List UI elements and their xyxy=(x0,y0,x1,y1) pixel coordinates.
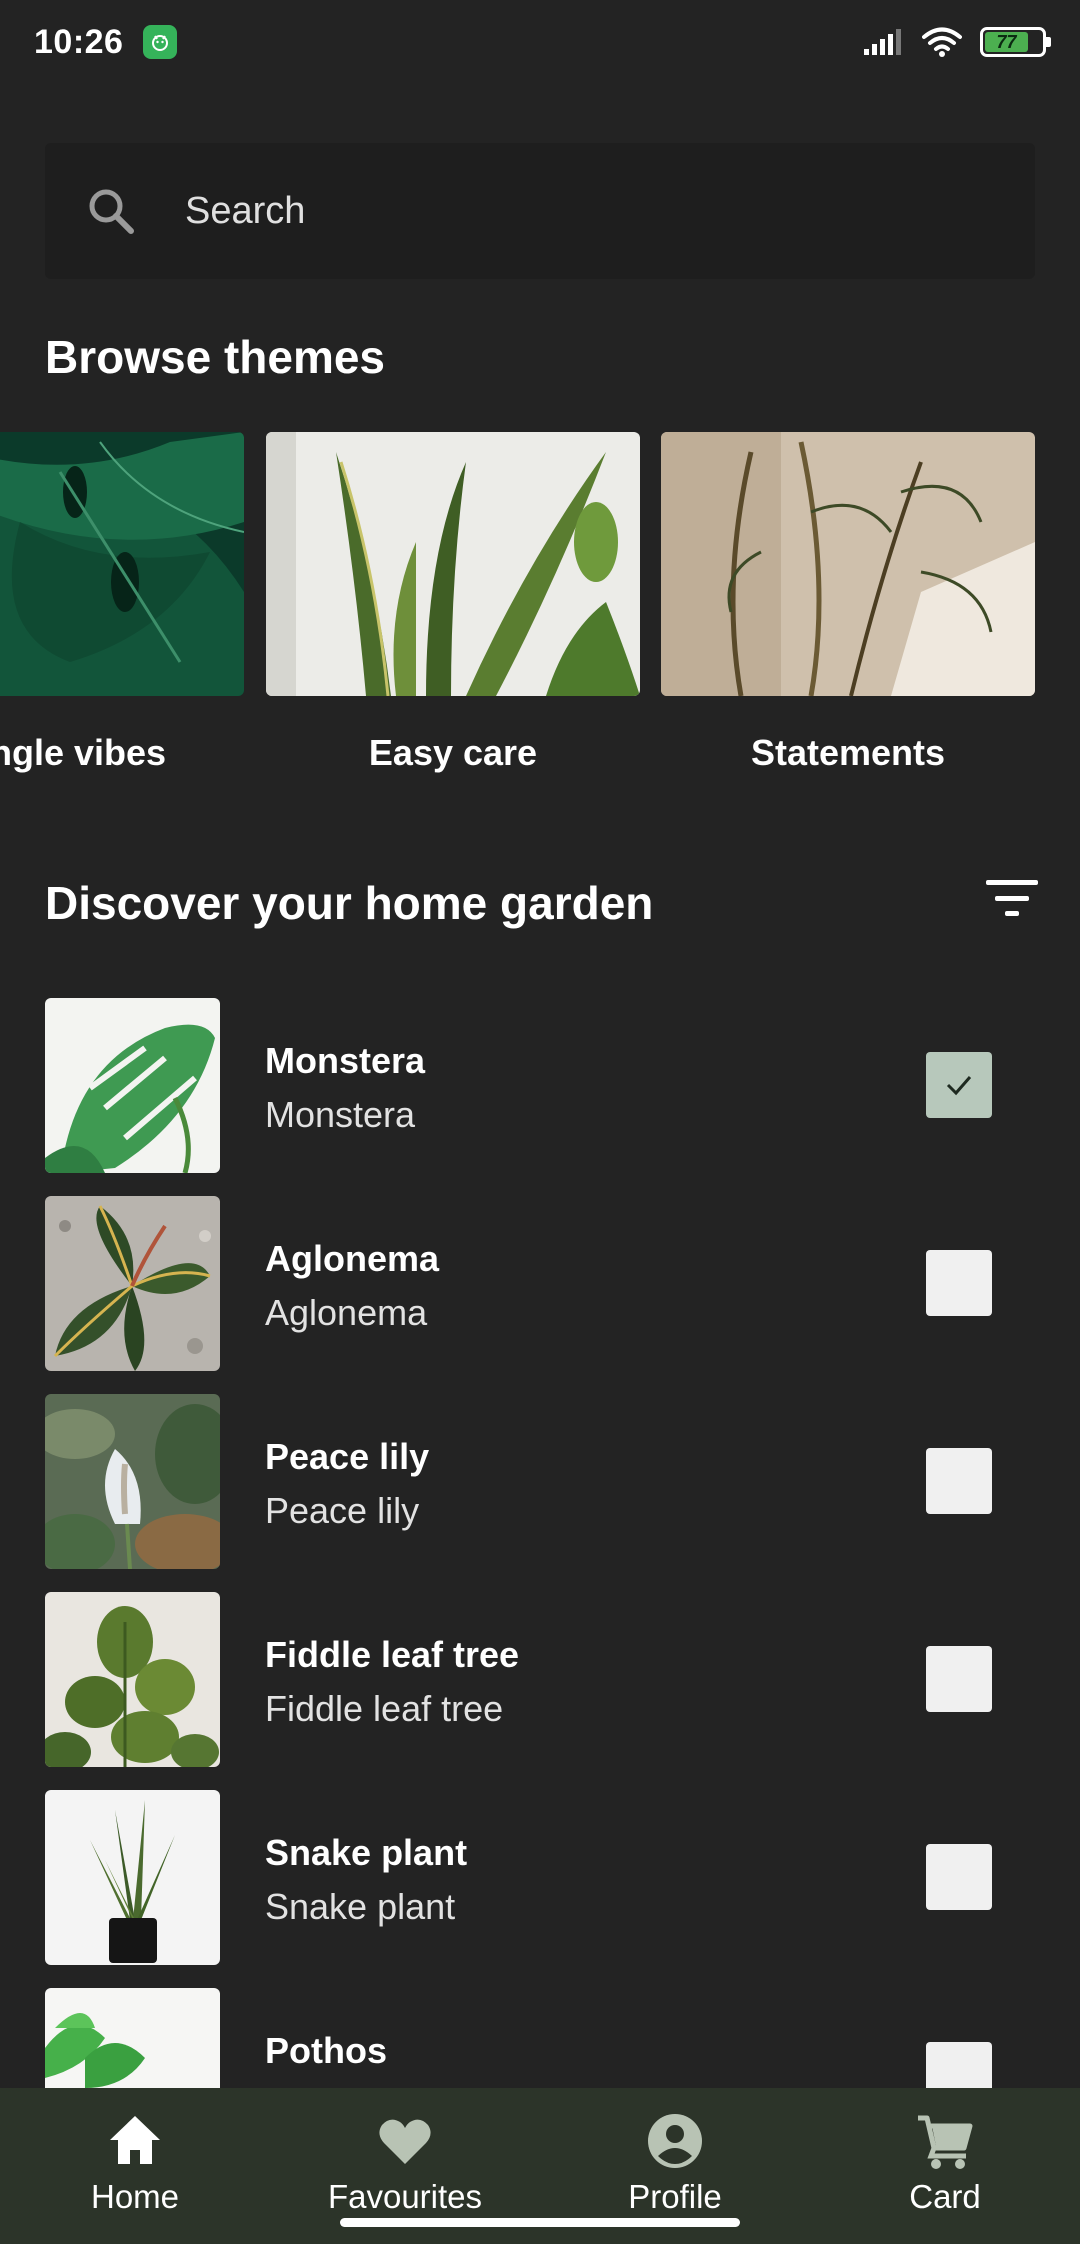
discover-title: Discover your home garden xyxy=(45,877,654,929)
search-icon xyxy=(89,189,134,234)
plant-checkbox[interactable] xyxy=(926,1448,992,1514)
plant-name: Fiddle leaf tree xyxy=(265,1634,520,1675)
theme-card-easy-care[interactable]: Easy care xyxy=(266,432,640,774)
theme-card-statements[interactable]: Statements xyxy=(661,432,1035,774)
plant-image-snake-plant xyxy=(45,1790,220,1965)
plant-name: Peace lily xyxy=(265,1436,430,1477)
filter-button[interactable] xyxy=(982,876,1042,920)
app-notification-icon xyxy=(143,25,178,59)
status-right: 77 xyxy=(862,26,1051,58)
plant-image-aglonema xyxy=(45,1196,220,1371)
theme-image-statements xyxy=(661,432,1035,696)
plant-subtitle: Monstera xyxy=(265,1094,416,1135)
plant-checkbox[interactable] xyxy=(926,1646,992,1712)
plant-row-fiddle-leaf-tree[interactable]: Fiddle leaf tree Fiddle leaf tree xyxy=(0,1592,1080,1768)
search-bar[interactable] xyxy=(45,143,1035,279)
home-icon xyxy=(110,2116,160,2164)
status-bar: 10:26 77 xyxy=(0,0,1080,84)
theme-label: Jungle vibes xyxy=(0,732,167,773)
plant-checkbox[interactable] xyxy=(926,1844,992,1910)
nav-label: Home xyxy=(90,2178,180,2215)
battery-level: 77 xyxy=(985,32,1029,52)
status-time: 10:26 xyxy=(34,22,124,61)
nav-label: Card xyxy=(909,2178,981,2215)
account-circle-icon xyxy=(648,2114,702,2168)
signal-icon xyxy=(864,29,901,55)
themes-carousel[interactable]: Jungle vibes Easy care xyxy=(0,432,1080,802)
plant-subtitle: Aglonema xyxy=(265,1292,428,1333)
plant-name: Snake plant xyxy=(265,1832,468,1873)
plant-subtitle: Snake plant xyxy=(265,1886,456,1927)
filter-icon xyxy=(986,880,1038,885)
nav-label: Profile xyxy=(628,2178,722,2215)
plant-row-monstera[interactable]: Monstera Monstera xyxy=(0,998,1080,1174)
nav-profile[interactable]: Profile xyxy=(565,2110,785,2216)
plant-name: Pothos xyxy=(265,2030,387,2071)
wifi-icon xyxy=(922,27,962,57)
nav-label: Favourites xyxy=(327,2178,483,2215)
status-left: 10:26 xyxy=(34,22,178,62)
plant-row-snake-plant[interactable]: Snake plant Snake plant xyxy=(0,1790,1080,1966)
plant-row-aglonema[interactable]: Aglonema Aglonema xyxy=(0,1196,1080,1372)
plant-image-peace-lily xyxy=(45,1394,220,1569)
home-indicator[interactable] xyxy=(340,2218,740,2227)
plant-name: Monstera xyxy=(265,1040,426,1081)
heart-icon xyxy=(379,2119,431,2164)
nav-favourites[interactable]: Favourites xyxy=(295,2110,515,2216)
theme-card-jungle-vibes[interactable]: Jungle vibes xyxy=(0,432,244,774)
plant-subtitle: Fiddle leaf tree xyxy=(265,1688,504,1729)
plant-image-fiddle-leaf-tree xyxy=(45,1592,220,1767)
nav-home[interactable]: Home xyxy=(25,2110,245,2216)
nav-card[interactable]: Card xyxy=(835,2110,1055,2216)
plant-subtitle: Peace lily xyxy=(265,1490,420,1531)
plant-checkbox[interactable] xyxy=(926,1052,992,1118)
theme-image-easy-care xyxy=(266,432,640,696)
theme-image-jungle-vibes xyxy=(0,432,244,696)
theme-label: Easy care xyxy=(368,732,538,773)
plant-name: Aglonema xyxy=(265,1238,440,1279)
browse-themes-title: Browse themes xyxy=(45,331,386,383)
search-input[interactable] xyxy=(185,189,945,233)
theme-label: Statements xyxy=(750,732,946,773)
battery-icon: 77 xyxy=(980,27,1051,57)
plant-image-monstera xyxy=(45,998,220,1173)
shopping-cart-icon xyxy=(918,2115,973,2169)
plant-checkbox[interactable] xyxy=(926,1250,992,1316)
check-icon xyxy=(946,1076,972,1096)
plant-row-peace-lily[interactable]: Peace lily Peace lily xyxy=(0,1394,1080,1570)
